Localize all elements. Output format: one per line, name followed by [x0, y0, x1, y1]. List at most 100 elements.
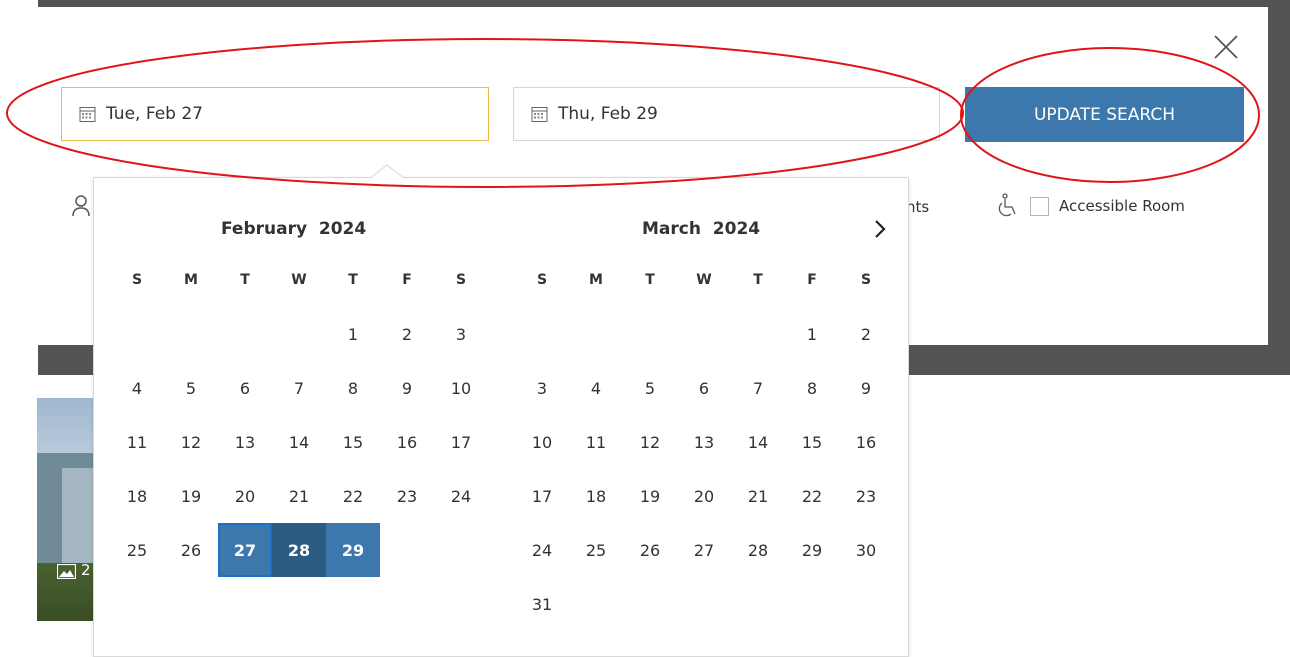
- month-title-february: February 2024: [221, 219, 366, 239]
- calendar-day[interactable]: 18: [110, 469, 164, 523]
- weekday-header: W: [291, 272, 307, 288]
- calendar-day[interactable]: 7: [731, 361, 785, 415]
- special-rates-label-partial: nts: [906, 198, 930, 216]
- calendar-day[interactable]: 1: [785, 307, 839, 361]
- calendar-day[interactable]: 26: [164, 523, 218, 577]
- calendar-day[interactable]: 24: [434, 469, 488, 523]
- calendar-day[interactable]: 14: [731, 415, 785, 469]
- calendar-day[interactable]: 28: [272, 523, 326, 577]
- weekday-header: S: [455, 272, 467, 288]
- calendar-day[interactable]: 26: [623, 523, 677, 577]
- calendar-icon: [79, 106, 96, 122]
- calendar-day[interactable]: 15: [326, 415, 380, 469]
- calendar-day[interactable]: 4: [569, 361, 623, 415]
- calendar-day[interactable]: 5: [623, 361, 677, 415]
- calendar-day[interactable]: 12: [623, 415, 677, 469]
- calendar-day[interactable]: 16: [380, 415, 434, 469]
- photo-icon: [57, 564, 76, 579]
- calendar-day[interactable]: 23: [380, 469, 434, 523]
- weekday-header: W: [696, 272, 712, 288]
- close-icon[interactable]: [1212, 33, 1240, 61]
- calendar-day[interactable]: 4: [110, 361, 164, 415]
- update-search-button[interactable]: UPDATE SEARCH: [965, 87, 1244, 142]
- calendar-day[interactable]: 30: [839, 523, 893, 577]
- calendar-day[interactable]: 3: [434, 307, 488, 361]
- calendar-day[interactable]: 10: [434, 361, 488, 415]
- photo-count: 2: [81, 561, 91, 579]
- checkin-date-field[interactable]: Tue, Feb 27: [61, 87, 489, 141]
- calendar-day[interactable]: 2: [380, 307, 434, 361]
- month-name: March: [642, 219, 701, 239]
- month-year: 2024: [318, 219, 367, 239]
- weekday-header: S: [860, 272, 872, 288]
- calendar-day[interactable]: 8: [785, 361, 839, 415]
- weekday-header: S: [131, 272, 143, 288]
- calendar-day[interactable]: 23: [839, 469, 893, 523]
- calendar-day[interactable]: 12: [164, 415, 218, 469]
- weekday-header: T: [645, 272, 655, 288]
- calendar-day[interactable]: 25: [110, 523, 164, 577]
- weekday-header: T: [753, 272, 763, 288]
- calendar-day[interactable]: 9: [839, 361, 893, 415]
- calendar-icon: [531, 106, 548, 122]
- calendar-day[interactable]: 22: [326, 469, 380, 523]
- accessible-room-checkbox[interactable]: [1030, 196, 1049, 216]
- weekday-header: S: [536, 272, 548, 288]
- calendar-day[interactable]: 10: [515, 415, 569, 469]
- calendar-day[interactable]: 16: [839, 415, 893, 469]
- calendar-day[interactable]: 5: [164, 361, 218, 415]
- weekday-header: M: [184, 272, 198, 288]
- overlay-frame-top: [38, 0, 1290, 7]
- calendar-day[interactable]: 2: [839, 307, 893, 361]
- calendar-day[interactable]: 13: [218, 415, 272, 469]
- calendar-day[interactable]: 19: [164, 469, 218, 523]
- calendar-day[interactable]: 14: [272, 415, 326, 469]
- month-name: February: [221, 219, 308, 239]
- wheelchair-icon: [998, 193, 1016, 217]
- weekday-header: T: [240, 272, 250, 288]
- calendar-day[interactable]: 29: [326, 523, 380, 577]
- calendar-day[interactable]: 15: [785, 415, 839, 469]
- calendar-day[interactable]: 1: [326, 307, 380, 361]
- calendar-day[interactable]: 11: [569, 415, 623, 469]
- calendar-day[interactable]: 9: [380, 361, 434, 415]
- calendar-day[interactable]: 21: [731, 469, 785, 523]
- calendar-day[interactable]: 17: [515, 469, 569, 523]
- hotel-photo[interactable]: 2: [37, 398, 93, 621]
- checkout-date-field[interactable]: Thu, Feb 29: [513, 87, 940, 141]
- calendar-day[interactable]: 24: [515, 523, 569, 577]
- calendar-day[interactable]: 20: [677, 469, 731, 523]
- person-icon: [72, 195, 90, 217]
- calendar-day[interactable]: 25: [569, 523, 623, 577]
- month-year: 2024: [712, 219, 761, 239]
- calendar-day[interactable]: 6: [677, 361, 731, 415]
- calendar-day[interactable]: 22: [785, 469, 839, 523]
- calendar-day[interactable]: 13: [677, 415, 731, 469]
- accessible-room-option[interactable]: Accessible Room: [996, 193, 1185, 219]
- calendar-day[interactable]: 27: [218, 523, 272, 577]
- weekday-header: M: [589, 272, 603, 288]
- accessible-room-label: Accessible Room: [1059, 197, 1185, 215]
- calendar-day[interactable]: 31: [515, 577, 569, 631]
- calendar-day[interactable]: 11: [110, 415, 164, 469]
- overlay-frame-right: [1268, 0, 1290, 375]
- weekday-header: F: [402, 272, 412, 288]
- photo-building-wing: [62, 468, 93, 563]
- calendar-day[interactable]: 27: [677, 523, 731, 577]
- calendar-day[interactable]: 7: [272, 361, 326, 415]
- checkout-date-value: Thu, Feb 29: [558, 104, 658, 124]
- calendar-day[interactable]: 29: [785, 523, 839, 577]
- calendar-day[interactable]: 20: [218, 469, 272, 523]
- date-picker-caret: [369, 164, 405, 180]
- chevron-right-icon[interactable]: [870, 218, 890, 240]
- calendar-day[interactable]: 19: [623, 469, 677, 523]
- calendar-day[interactable]: 18: [569, 469, 623, 523]
- calendar-day[interactable]: 6: [218, 361, 272, 415]
- calendar-day[interactable]: 21: [272, 469, 326, 523]
- calendar-day[interactable]: 28: [731, 523, 785, 577]
- weekday-header: F: [807, 272, 817, 288]
- calendar-day[interactable]: 8: [326, 361, 380, 415]
- calendar-day[interactable]: 17: [434, 415, 488, 469]
- calendar-day[interactable]: 3: [515, 361, 569, 415]
- weekday-header: T: [348, 272, 358, 288]
